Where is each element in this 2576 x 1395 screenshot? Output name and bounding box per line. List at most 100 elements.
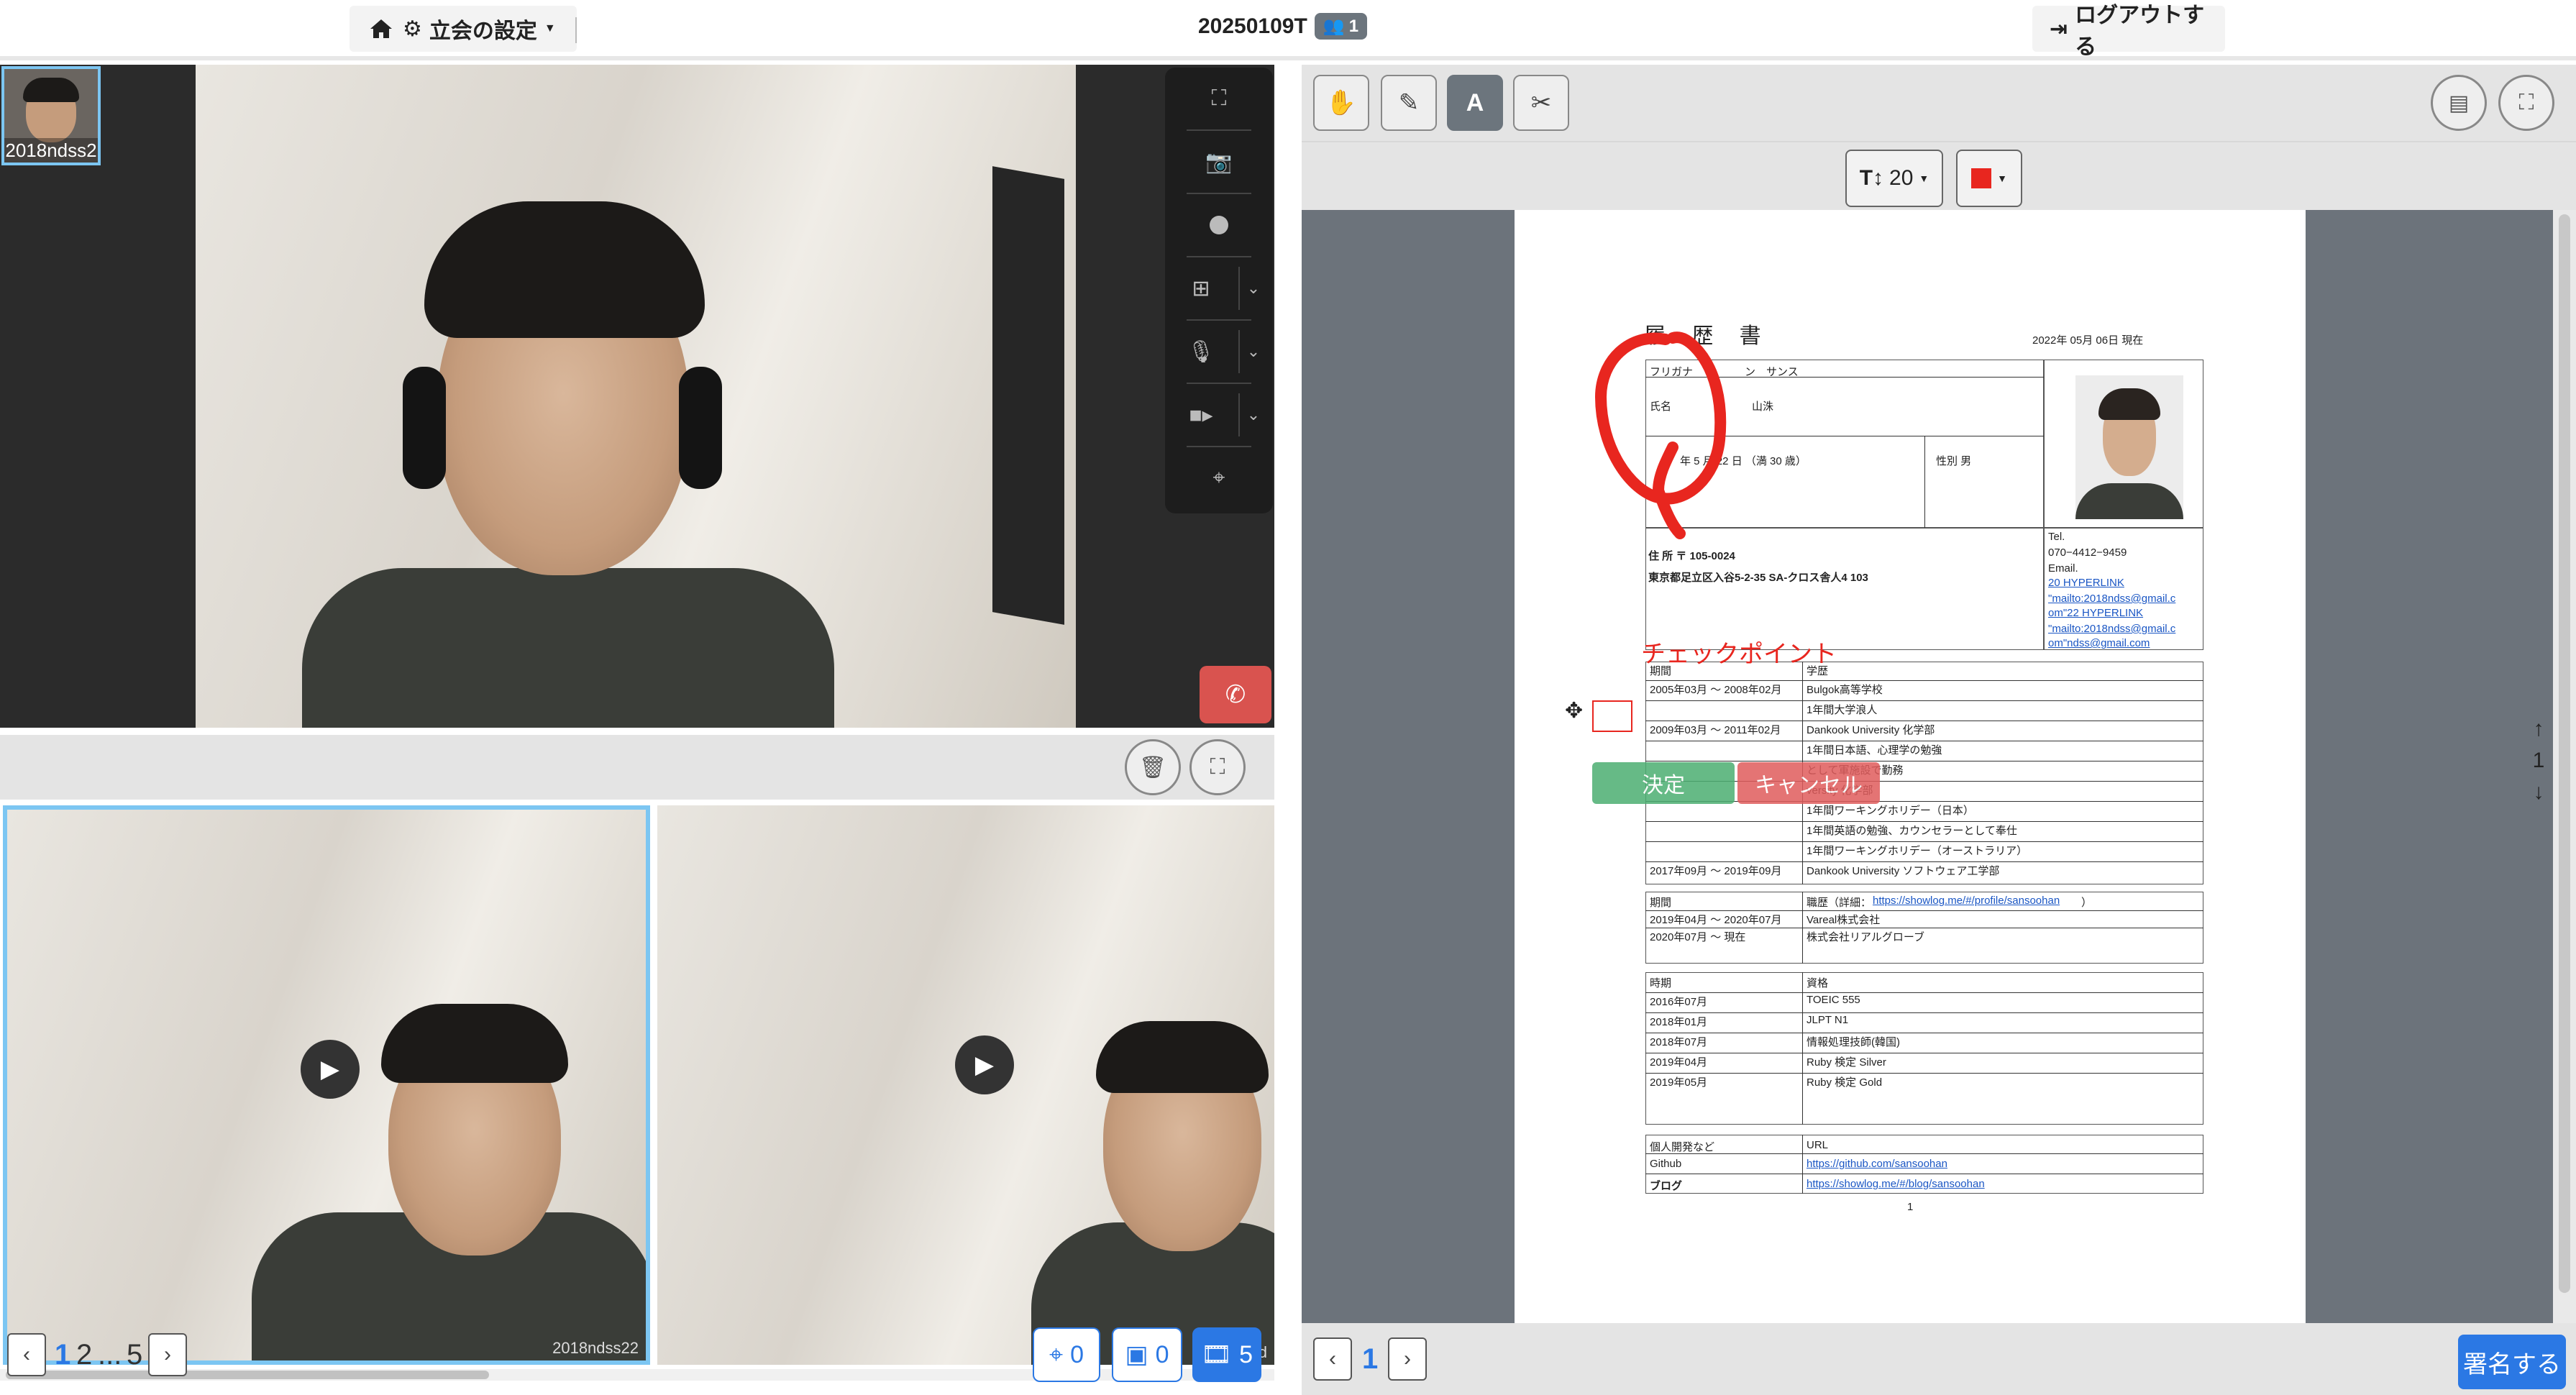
play-button[interactable]: ▶ (955, 1035, 1014, 1094)
row-item: 株式会社リアルグローブ (1807, 931, 1924, 943)
arrow-up-icon[interactable]: ↑ (2524, 713, 2553, 745)
layout-dropdown[interactable]: ⌄ (1238, 267, 1267, 310)
email-line[interactable]: "mailto:2018ndss@gmail.c (2048, 623, 2175, 635)
top-bar: ⚙ 立会の設定 ▼ 20250109T 👥 1 ⇥ ログアウトする (0, 0, 2576, 60)
font-size-value: 20 (1889, 166, 1914, 190)
nav-group: ⚙ 立会の設定 ▼ (350, 6, 577, 52)
pdf-download-button[interactable]: ▤ (2431, 75, 2487, 131)
tools-button[interactable]: ✂ (1513, 75, 1569, 131)
page-number: 1 (1907, 1201, 1914, 1213)
participant-badge[interactable]: 👥 1 (1314, 13, 1368, 40)
pen-tool-button[interactable]: ✎ (1381, 75, 1437, 131)
text-tool-button[interactable]: A (1447, 75, 1503, 131)
annotation-input[interactable] (1592, 700, 1632, 732)
scrollbar-thumb[interactable] (6, 1371, 489, 1379)
video-camera-icon: ■▸ (1189, 403, 1213, 427)
email-line[interactable]: 20 HYPERLINK (2048, 577, 2124, 589)
mic-dropdown[interactable]: ⌄ (1238, 330, 1267, 373)
settings-dropdown[interactable]: 立会の設定 (429, 13, 537, 45)
vertical-scrollbar[interactable] (2553, 210, 2576, 1323)
divider (575, 17, 577, 43)
period-header: 期間 (1650, 897, 1672, 909)
row-divider (1645, 821, 2203, 822)
drone-button[interactable]: ⌖ (1165, 447, 1273, 509)
person-hair (424, 201, 705, 338)
users-icon: 👥 (1323, 17, 1345, 36)
recording-item[interactable]: ▶ 2018nd (657, 805, 1274, 1365)
participant-thumbnail[interactable]: 2018ndss2 (1, 66, 101, 165)
pan-tool-button[interactable]: ✋ (1313, 75, 1369, 131)
email-line[interactable]: om"ndss@gmail.com (2048, 637, 2150, 649)
play-button[interactable]: ▶ (301, 1040, 360, 1099)
page-ellipsis: ... (98, 1339, 122, 1371)
record-button[interactable] (1165, 194, 1273, 256)
row-period: 2018年01月 (1650, 1016, 1708, 1028)
session-info: 20250109T 👥 1 (1198, 13, 1368, 40)
confirm-button[interactable]: 決定 (1592, 762, 1735, 804)
recording-item[interactable]: ▶ 2018ndss22 (3, 805, 650, 1365)
thumb-hair (23, 78, 79, 102)
grid-icon: ⊞ (1192, 276, 1210, 301)
camera-dropdown[interactable]: ⌄ (1238, 393, 1267, 436)
next-page-button[interactable]: › (148, 1333, 187, 1376)
email-line[interactable]: om"22 HYPERLINK (2048, 607, 2143, 619)
resume-date: 2022年 05月 06日 現在 (2032, 334, 2144, 347)
prev-page-button[interactable]: ‹ (7, 1333, 46, 1376)
divider (1802, 1135, 1803, 1194)
hand-icon: ✋ (1325, 89, 1357, 116)
logout-button[interactable]: ⇥ ログアウトする (2032, 4, 2225, 59)
pdf-footer: ‹ 1 › 署名する (1302, 1323, 2576, 1395)
current-page[interactable]: 1 (55, 1339, 70, 1371)
email-line[interactable]: "mailto:2018ndss@gmail.c (2048, 593, 2175, 605)
main-video[interactable]: 2018ndss2 ⛶ 📷 ⊞ ⌄ 🎙 ⌄ ■▸ ⌄ ⌖ ✆ (0, 65, 1274, 728)
pdf-page-number[interactable]: 1 (1362, 1343, 1378, 1376)
color-swatch (1971, 168, 1992, 188)
blog-label: ブログ (1650, 1180, 1683, 1192)
annotation-text[interactable]: チェックポイント (1641, 634, 1837, 669)
prev-page-button[interactable]: ‹ (1313, 1337, 1352, 1381)
pdf-viewer[interactable]: 履 歴 書 2022年 05月 06日 現在 フリガナ ン サンス 氏名 山洙 … (1302, 210, 2576, 1323)
scrollbar-thumb[interactable] (2559, 214, 2570, 1293)
sign-button[interactable]: 署名する (2458, 1335, 2566, 1389)
current-pdf-page: 1 (2532, 749, 2545, 772)
font-size-dropdown[interactable]: T↕ 20 ▼ (1845, 150, 1943, 207)
page-link[interactable]: 5 (127, 1339, 142, 1371)
page-link[interactable]: 2 (76, 1339, 92, 1371)
github-link[interactable]: https://github.com/sansoohan (1807, 1158, 1947, 1170)
row-item: Ruby 検定 Gold (1807, 1076, 1883, 1089)
camera-button[interactable]: ■▸ (1165, 384, 1237, 446)
mic-button[interactable]: 🎙 (1165, 321, 1237, 383)
layout-button[interactable]: ⊞ (1165, 257, 1237, 319)
arrow-down-icon[interactable]: ↓ (2524, 777, 2553, 808)
snapshot-button[interactable]: 📷 (1165, 131, 1273, 193)
row-item: Dankook University 化学部 (1807, 724, 1935, 736)
pdf-page[interactable]: 履 歴 書 2022年 05月 06日 現在 フリガナ ン サンス 氏名 山洙 … (1515, 210, 2306, 1323)
next-page-button[interactable]: › (1388, 1337, 1427, 1381)
work-link[interactable]: https://showlog.me/#/profile/sansoohan (1873, 895, 2060, 907)
row-item: 1年間日本語、心理学の勉強 (1807, 744, 1942, 756)
blog-link[interactable]: https://showlog.me/#/blog/sansoohan (1807, 1178, 1985, 1190)
video-count-button[interactable]: 🎞 5 (1192, 1327, 1261, 1382)
freehand-circle-annotation[interactable] (1586, 318, 1773, 548)
expand-icon: ⛶ (2518, 91, 2534, 114)
row-divider (1645, 992, 2203, 993)
image-count-button[interactable]: ▣ 0 (1112, 1327, 1182, 1382)
person-hair (381, 1004, 568, 1083)
fullscreen-button[interactable]: ⛶ (1165, 68, 1273, 129)
expand-button[interactable]: ⛶ (1189, 739, 1246, 795)
hangup-button[interactable]: ✆ (1200, 666, 1271, 723)
drone-count-button[interactable]: ⌖ 0 (1033, 1327, 1100, 1382)
cancel-button[interactable]: キャンセル (1737, 762, 1880, 804)
row-divider (1645, 700, 2203, 701)
home-icon[interactable] (367, 18, 396, 40)
text-icon: A (1466, 88, 1484, 116)
logout-label: ログアウトする (2075, 4, 2205, 59)
divider (1802, 972, 1803, 1125)
delete-button[interactable]: 🗑 (1125, 739, 1181, 795)
cert-header: 資格 (1807, 977, 1829, 989)
pdf-fullscreen-button[interactable]: ⛶ (2498, 75, 2554, 131)
color-dropdown[interactable]: ▼ (1956, 150, 2022, 207)
url-header: URL (1807, 1139, 1829, 1151)
move-icon[interactable]: ✥ (1565, 700, 1586, 722)
recording-label: 2018ndss22 (552, 1339, 639, 1357)
